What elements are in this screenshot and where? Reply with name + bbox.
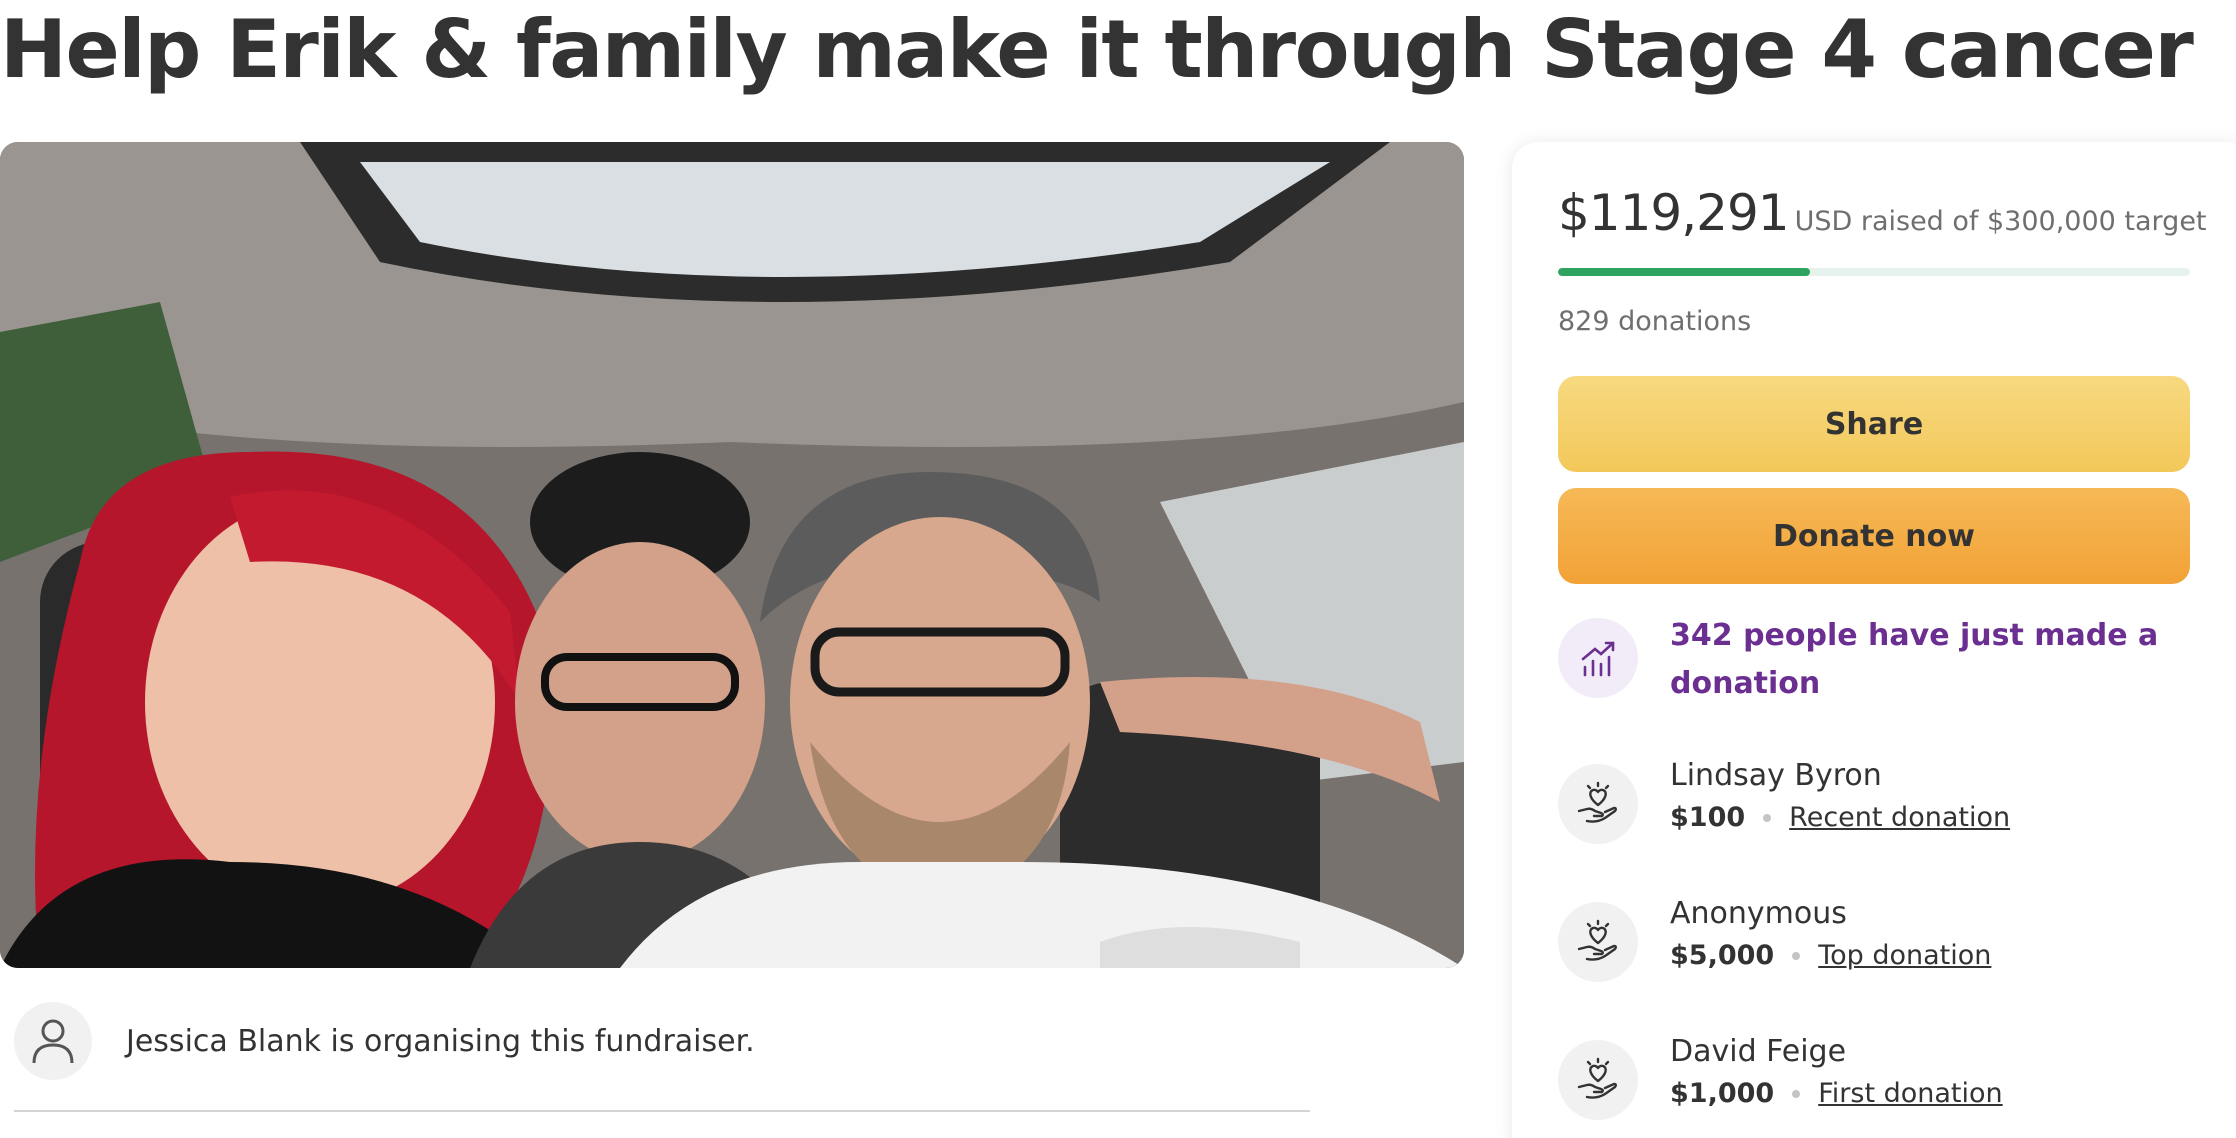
donor-name: Lindsay Byron xyxy=(1670,758,1882,793)
donation-count: 829 donations xyxy=(1558,306,1752,337)
heart-hand-icon xyxy=(1558,902,1638,982)
trending-up-icon xyxy=(1558,618,1638,698)
organiser-text: Jessica Blank is organising this fundrai… xyxy=(126,1023,755,1059)
separator-dot xyxy=(1792,952,1801,960)
recent-activity: 342 people have just made a donation xyxy=(1558,612,2198,708)
separator-dot xyxy=(1792,1090,1801,1098)
progress-bar-fill xyxy=(1558,268,1810,276)
heart-hand-icon xyxy=(1558,1040,1638,1120)
organiser-row: Jessica Blank is organising this fundrai… xyxy=(14,1002,1314,1080)
donor-meta: $100 Recent donation xyxy=(1670,798,2010,838)
separator-dot xyxy=(1763,814,1772,822)
donor-name: Anonymous xyxy=(1670,896,1847,931)
user-icon xyxy=(14,1002,92,1080)
donor-meta: $5,000 Top donation xyxy=(1670,936,1991,976)
donate-now-button[interactable]: Donate now xyxy=(1558,488,2190,584)
donor-info: David Feige $1,000 First donation xyxy=(1670,1030,2003,1120)
donor-name: David Feige xyxy=(1670,1034,1847,1069)
donor-item: Anonymous $5,000 Top donation xyxy=(1558,896,2198,982)
donor-item: David Feige $1,000 First donation xyxy=(1558,1034,2198,1120)
donation-card: $119,291 USD raised of $300,000 target 82… xyxy=(1512,142,2236,1138)
donor-tag-link[interactable]: First donation xyxy=(1818,1074,2002,1114)
donor-amount: $100 xyxy=(1670,802,1746,833)
donor-tag-link[interactable]: Top donation xyxy=(1818,936,1991,976)
progress-bar xyxy=(1558,268,2190,276)
recent-activity-text: 342 people have just made a donation xyxy=(1670,618,2159,701)
raised-target-text: USD raised of $300,000 target xyxy=(1794,206,2207,237)
donor-tag-link[interactable]: Recent donation xyxy=(1789,798,2010,838)
section-divider xyxy=(14,1110,1310,1112)
campaign-title: Help Erik & family make it through Stage… xyxy=(0,3,2194,96)
family-photo-illustration xyxy=(0,142,1464,968)
heart-hand-icon xyxy=(1558,764,1638,844)
donor-item: Lindsay Byron $100 Recent donation xyxy=(1558,758,2198,844)
donor-amount: $1,000 xyxy=(1670,1078,1775,1109)
donor-meta: $1,000 First donation xyxy=(1670,1074,2003,1114)
donor-amount: $5,000 xyxy=(1670,940,1775,971)
campaign-photo[interactable] xyxy=(0,142,1464,968)
raised-summary: $119,291 USD raised of $300,000 target xyxy=(1558,184,2207,242)
fundraiser-page: Help Erik & family make it through Stage… xyxy=(0,0,2236,1138)
share-button[interactable]: Share xyxy=(1558,376,2190,472)
donor-info: Anonymous $5,000 Top donation xyxy=(1670,892,1991,982)
donor-info: Lindsay Byron $100 Recent donation xyxy=(1670,754,2010,844)
raised-amount: $119,291 xyxy=(1558,184,1790,242)
